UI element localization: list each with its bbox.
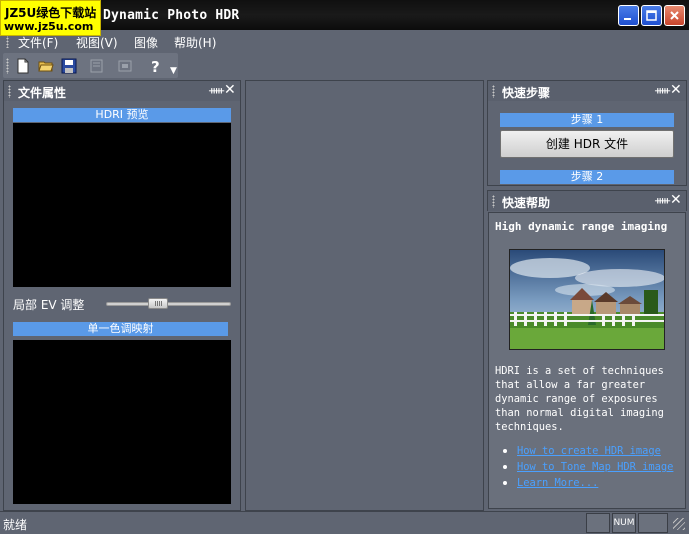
panel-close-icon[interactable]: ✕ (670, 82, 682, 98)
help-heading: High dynamic range imaging (495, 220, 668, 233)
panel-grip[interactable] (8, 85, 11, 98)
open-folder-icon (38, 61, 54, 72)
new-button[interactable] (13, 56, 33, 76)
help-body-text: HDRI is a set of techniques that allow a… (495, 365, 664, 433)
quick-steps-panel: 快速步骤 ᚔ ✕ 步骤 1 创建 HDR 文件 步骤 2 (487, 80, 687, 186)
quick-help-panel: 快速帮助 ᚔ ✕ (487, 190, 687, 211)
watermark-line2: www.jz5u.com (4, 20, 94, 33)
window-title: Dynamic Photo HDR (103, 8, 240, 23)
disabled-tool-button-2[interactable] (115, 56, 135, 76)
step1-label: 步骤 1 (500, 113, 674, 127)
link-learn-more[interactable]: Learn More... (517, 477, 598, 489)
status-cell-caps (586, 513, 610, 533)
list-item: Learn More... (495, 475, 673, 491)
list-item: How to Tone Map HDR image (495, 459, 673, 475)
pin-icon[interactable]: ᚔ (655, 84, 670, 97)
tonemap-preview-area (13, 340, 231, 504)
link-create-hdr[interactable]: How to create HDR image (517, 445, 661, 457)
title-bar: Dynamic Photo HDR (0, 0, 689, 30)
menu-file[interactable]: 文件(F) (18, 34, 58, 51)
disabled-tool-icon-2 (118, 60, 132, 72)
status-bar: 就绪 NUM (0, 511, 689, 534)
watermark-logo: JZ5U绿色下载站 www.jz5u.com (0, 0, 101, 36)
local-ev-slider-thumb[interactable] (148, 298, 168, 309)
hdr-house-picture (510, 250, 664, 349)
status-text: 就绪 (3, 518, 28, 532)
local-ev-label: 局部 EV 调整 (13, 298, 85, 312)
save-button[interactable] (59, 56, 79, 76)
status-cell-num: NUM (612, 513, 636, 533)
svg-text:?: ? (151, 58, 160, 74)
link-tone-map-hdr[interactable]: How to Tone Map HDR image (517, 461, 673, 473)
toolbar: ? ▼ (0, 52, 689, 80)
disabled-tool-button[interactable] (87, 56, 107, 76)
watermark-line1: JZ5U绿色下载站 (5, 6, 97, 20)
step2-label: 步骤 2 (500, 170, 674, 184)
help-icon: ? (151, 58, 160, 74)
create-hdr-button[interactable]: 创建 HDR 文件 (500, 130, 674, 158)
main-canvas-area[interactable] (245, 80, 484, 511)
toolbar-overflow-icon[interactable]: ▼ (170, 66, 177, 76)
quick-steps-header: 快速步骤 ᚔ ✕ (488, 81, 686, 101)
close-button[interactable] (664, 5, 685, 26)
panel-close-icon[interactable]: ✕ (224, 82, 236, 98)
status-cell-scroll (638, 513, 668, 533)
file-properties-header: 文件属性 ᚔ ✕ (4, 81, 240, 101)
menu-image[interactable]: 图像 (134, 34, 158, 51)
toolbar-grip[interactable] (6, 58, 9, 74)
toolbar-strip: ? (3, 53, 178, 78)
tonemap-label: 单一色调映射 (13, 322, 228, 336)
minimize-button[interactable] (618, 5, 639, 26)
minimize-icon (624, 18, 631, 20)
help-links-list: How to create HDR image How to Tone Map … (495, 443, 673, 491)
pin-icon[interactable]: ᚔ (655, 194, 670, 207)
pin-icon[interactable]: ᚔ (209, 84, 224, 97)
menu-view[interactable]: 视图(V) (76, 34, 118, 51)
hdri-preview-area (13, 123, 231, 287)
open-button[interactable] (36, 56, 56, 76)
file-properties-title: 文件属性 (18, 86, 67, 100)
panel-close-icon[interactable]: ✕ (670, 192, 682, 208)
hdri-preview-label: HDRI 预览 (13, 108, 231, 122)
maximize-icon (646, 10, 657, 21)
list-item: How to create HDR image (495, 443, 673, 459)
close-icon (670, 11, 679, 20)
save-icon (61, 58, 77, 74)
maximize-button[interactable] (641, 5, 662, 26)
quick-help-title: 快速帮助 (502, 196, 551, 210)
disabled-tool-icon (90, 59, 103, 73)
help-button[interactable]: ? (145, 56, 165, 76)
menubar-grip[interactable] (6, 34, 9, 48)
file-properties-panel: 文件属性 ᚔ ✕ HDRI 预览 局部 EV 调整 单一色调映射 (3, 80, 241, 511)
menu-help[interactable]: 帮助(H) (174, 34, 216, 51)
quick-steps-title: 快速步骤 (502, 86, 551, 100)
hdr-sample-image (509, 249, 665, 350)
local-ev-slider-track[interactable] (106, 302, 231, 306)
quick-help-content: High dynamic range imaging HDRI is a set… (488, 212, 686, 509)
new-file-icon (17, 58, 29, 74)
panel-grip[interactable] (492, 85, 495, 98)
quick-help-header: 快速帮助 ᚔ ✕ (488, 191, 686, 211)
panel-grip[interactable] (492, 195, 495, 208)
resize-grip-icon[interactable] (673, 518, 685, 530)
menu-bar: 文件(F) 视图(V) 图像 帮助(H) (0, 30, 689, 52)
